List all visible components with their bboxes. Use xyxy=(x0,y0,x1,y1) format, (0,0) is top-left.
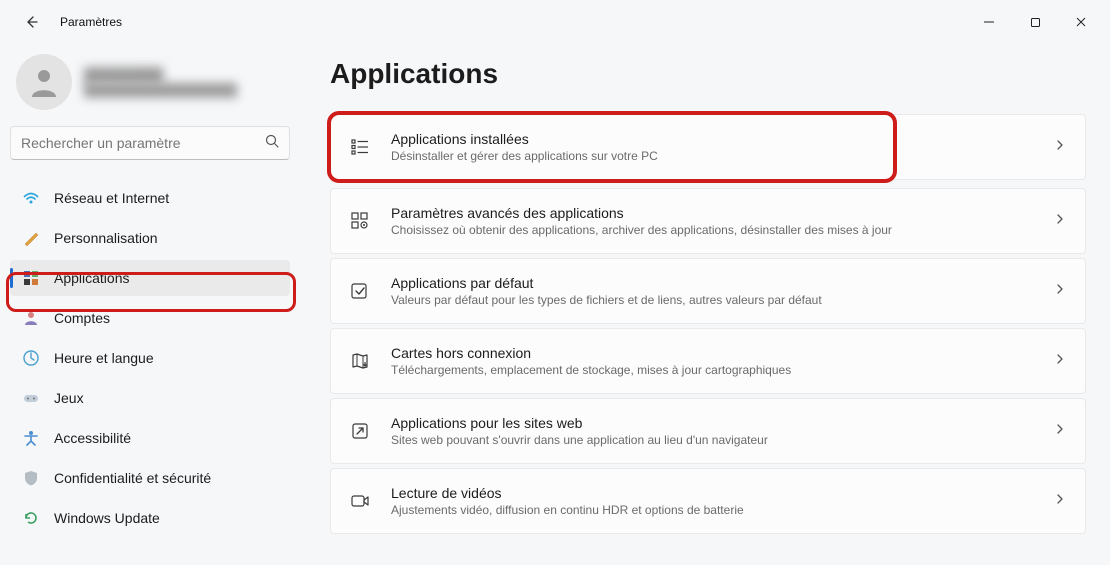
card-app-advanced-settings[interactable]: Paramètres avancés des applications Choi… xyxy=(330,188,1086,254)
card-subtitle: Choisissez où obtenir des applications, … xyxy=(391,223,892,237)
default-apps-icon xyxy=(349,280,371,302)
page-title: Applications xyxy=(330,58,1086,90)
chevron-right-icon xyxy=(1053,138,1067,157)
card-title: Applications par défaut xyxy=(391,275,822,291)
sidebar-item-gaming[interactable]: Jeux xyxy=(10,380,290,416)
sidebar: ████████ ██████████████████ Réseau et In… xyxy=(0,44,300,565)
sidebar-item-windows-update[interactable]: Windows Update xyxy=(10,500,290,536)
chevron-right-icon xyxy=(1053,492,1067,511)
gamepad-icon xyxy=(22,389,40,407)
card-subtitle: Sites web pouvant s'ouvrir dans une appl… xyxy=(391,433,768,447)
window-title: Paramètres xyxy=(60,15,122,29)
card-subtitle: Valeurs par défaut pour les types de fic… xyxy=(391,293,822,307)
profile-email: ██████████████████ xyxy=(84,83,237,97)
maximize-icon xyxy=(1030,17,1041,28)
arrow-left-icon xyxy=(24,14,40,30)
chevron-right-icon xyxy=(1053,282,1067,301)
sidebar-item-network[interactable]: Réseau et Internet xyxy=(10,180,290,216)
main-content: Applications Applications installées Dés… xyxy=(300,44,1110,565)
grid-gear-icon xyxy=(349,210,371,232)
minimize-button[interactable] xyxy=(966,6,1012,38)
sidebar-item-label: Accessibilité xyxy=(54,430,131,446)
sidebar-item-label: Confidentialité et sécurité xyxy=(54,470,211,486)
chevron-right-icon xyxy=(1053,352,1067,371)
profile-name: ████████ xyxy=(84,67,237,83)
close-icon xyxy=(1075,16,1087,28)
list-icon xyxy=(349,136,371,158)
card-title: Applications pour les sites web xyxy=(391,415,768,431)
map-icon xyxy=(349,350,371,372)
card-title: Paramètres avancés des applications xyxy=(391,205,892,221)
card-video-playback[interactable]: Lecture de vidéos Ajustements vidéo, dif… xyxy=(330,468,1086,534)
sidebar-item-label: Comptes xyxy=(54,310,110,326)
search-icon xyxy=(265,134,279,153)
card-title: Lecture de vidéos xyxy=(391,485,744,501)
maximize-button[interactable] xyxy=(1012,6,1058,38)
sidebar-item-privacy-security[interactable]: Confidentialité et sécurité xyxy=(10,460,290,496)
card-subtitle: Téléchargements, emplacement de stockage… xyxy=(391,363,791,377)
sidebar-item-label: Réseau et Internet xyxy=(54,190,169,206)
card-title: Applications installées xyxy=(391,131,658,147)
nav-list: Réseau et Internet Personnalisation Appl… xyxy=(10,180,290,536)
back-button[interactable] xyxy=(16,6,48,38)
wifi-icon xyxy=(22,189,40,207)
sidebar-item-accessibility[interactable]: Accessibilité xyxy=(10,420,290,456)
sidebar-item-label: Personnalisation xyxy=(54,230,158,246)
sync-icon xyxy=(22,509,40,527)
search-input-wrapper[interactable] xyxy=(10,126,290,160)
chevron-right-icon xyxy=(1053,212,1067,231)
minimize-icon xyxy=(983,16,995,28)
close-button[interactable] xyxy=(1058,6,1104,38)
sidebar-item-accounts[interactable]: Comptes xyxy=(10,300,290,336)
clock-globe-icon xyxy=(22,349,40,367)
sidebar-item-label: Applications xyxy=(54,270,130,286)
profile-info: ████████ ██████████████████ xyxy=(84,67,237,97)
apps-icon xyxy=(22,269,40,287)
card-offline-maps[interactable]: Cartes hors connexion Téléchargements, e… xyxy=(330,328,1086,394)
video-icon xyxy=(349,490,371,512)
titlebar: Paramètres xyxy=(0,0,1110,44)
sidebar-item-label: Windows Update xyxy=(54,510,160,526)
card-title: Cartes hors connexion xyxy=(391,345,791,361)
settings-card-list: Applications installées Désinstaller et … xyxy=(330,114,1086,534)
sidebar-item-time-language[interactable]: Heure et langue xyxy=(10,340,290,376)
sidebar-item-label: Heure et langue xyxy=(54,350,154,366)
avatar xyxy=(16,54,72,110)
window-controls xyxy=(966,6,1104,38)
profile-section[interactable]: ████████ ██████████████████ xyxy=(10,48,290,124)
person-icon xyxy=(22,309,40,327)
person-icon xyxy=(26,64,62,100)
card-subtitle: Ajustements vidéo, diffusion en continu … xyxy=(391,503,744,517)
sidebar-item-applications[interactable]: Applications xyxy=(10,260,290,296)
sidebar-item-label: Jeux xyxy=(54,390,84,406)
accessibility-icon xyxy=(22,429,40,447)
sidebar-item-personalization[interactable]: Personnalisation xyxy=(10,220,290,256)
chevron-right-icon xyxy=(1053,422,1067,441)
card-apps-for-websites[interactable]: Applications pour les sites web Sites we… xyxy=(330,398,1086,464)
card-subtitle: Désinstaller et gérer des applications s… xyxy=(391,149,658,163)
share-icon xyxy=(349,420,371,442)
card-installed-apps[interactable]: Applications installées Désinstaller et … xyxy=(330,114,1086,180)
card-default-apps[interactable]: Applications par défaut Valeurs par défa… xyxy=(330,258,1086,324)
paintbrush-icon xyxy=(22,229,40,247)
shield-icon xyxy=(22,469,40,487)
search-input[interactable] xyxy=(21,135,265,151)
